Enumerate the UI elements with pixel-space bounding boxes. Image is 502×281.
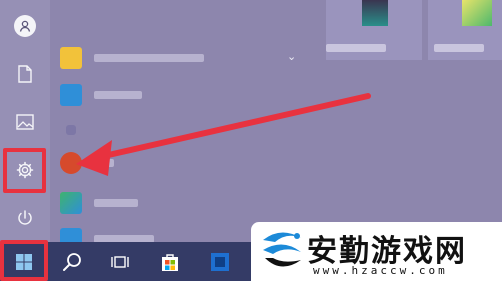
task-view-button[interactable] (100, 242, 140, 281)
search-icon (63, 252, 81, 271)
watermark: 安勤游戏网 www.hzaccw.com (251, 222, 502, 281)
start-highlight-box (0, 240, 48, 281)
task-view-icon (111, 255, 129, 268)
store-button[interactable] (150, 242, 190, 281)
app-icon (211, 252, 229, 271)
watermark-logo (263, 232, 301, 267)
taskbar-app-button[interactable] (200, 242, 240, 281)
watermark-url: www.hzaccw.com (313, 264, 448, 277)
search-button[interactable] (52, 242, 92, 281)
store-icon (162, 253, 178, 271)
